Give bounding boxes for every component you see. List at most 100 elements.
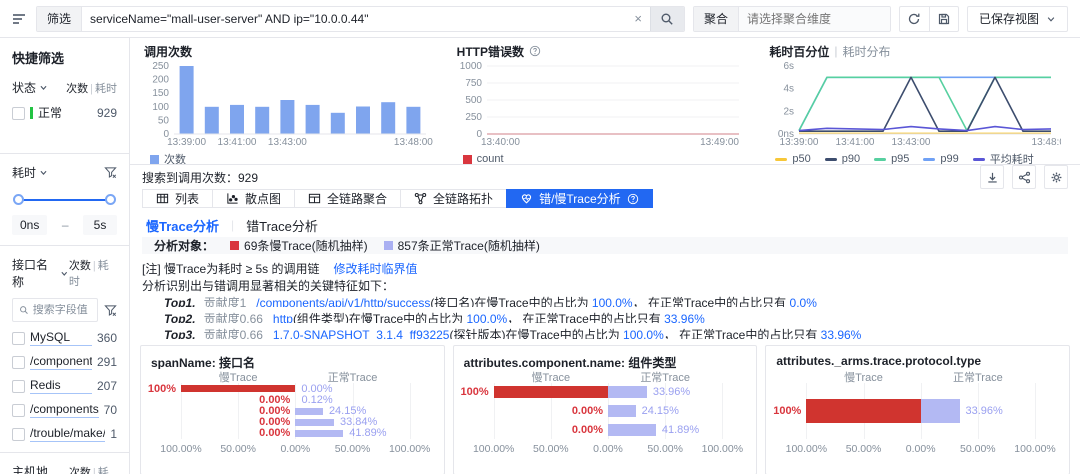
status-list: 正常 929 (12, 104, 117, 122)
tab-列表[interactable]: 列表 (142, 189, 214, 208)
host-section-toggle[interactable]: 主机地址 (12, 463, 69, 474)
checkbox[interactable] (12, 331, 25, 345)
duration-max-value[interactable]: 5s (82, 215, 117, 235)
topology-icon (414, 192, 427, 205)
list-item[interactable]: Redis 207 (12, 378, 117, 394)
checkbox[interactable] (12, 355, 25, 369)
gridline (409, 383, 411, 439)
tornado-chart-card: spanName: 接口名 慢Trace 正常Trace 100% 0.00% 0.00%… (140, 345, 445, 474)
tornado-column-headers: 慢Trace 正常Trace (494, 369, 723, 384)
tab-全链路聚合[interactable]: 全链路聚合 (294, 189, 402, 208)
divider (0, 153, 129, 154)
svg-text:13:48:00: 13:48:00 (394, 137, 433, 148)
axis-tick-label: 100.00% (388, 443, 431, 455)
count-time-header[interactable]: 次数|耗时 (69, 257, 117, 289)
svg-text:13:41:00: 13:41:00 (836, 137, 875, 148)
saved-views-button[interactable]: 已保存视图 (966, 5, 1068, 32)
status-section-toggle[interactable]: 状态 (12, 79, 48, 96)
svg-text:50: 50 (158, 115, 170, 126)
save-icon[interactable] (928, 6, 958, 31)
scatter-icon (226, 192, 239, 205)
subtab-错Trace分析[interactable]: 错Trace分析 (246, 216, 318, 235)
funnel-clear-icon[interactable] (104, 304, 117, 317)
query-input[interactable] (82, 6, 627, 31)
help-icon (529, 45, 541, 57)
count-time-header[interactable]: 次数|耗时 (66, 80, 117, 96)
top-contribution: 贡献度0.66 (203, 328, 263, 339)
item-name[interactable]: Redis (30, 378, 92, 394)
charts-row: 调用次数 0 50 100 150 200 250 13:39:00 13:41:00 13:43… (130, 38, 1080, 165)
table-icon (156, 192, 169, 205)
top-features: Top1. 贡献度1/components/api/v1/http/success… (130, 291, 1080, 339)
top-text: ， 在正常Trace中的占比只有 (507, 312, 665, 323)
tab-错/慢Trace分析[interactable]: 错/慢Trace分析 (506, 189, 653, 208)
axis-tick-label: 50.00% (960, 443, 996, 455)
normal-trace-bar (608, 405, 636, 417)
duration-section: 耗时 0ns – 5s (12, 164, 117, 235)
modify-threshold-link[interactable]: 修改耗时临界值 (334, 260, 418, 276)
slider-handle-min[interactable] (13, 194, 24, 205)
tab-全链路拓扑[interactable]: 全链路拓扑 (400, 189, 508, 208)
item-name[interactable]: MySQL (30, 330, 92, 346)
list-item[interactable]: /trouble/make/s... 1 (12, 426, 117, 442)
list-item[interactable]: MySQL 360 (12, 330, 117, 346)
settings-button[interactable] (1044, 165, 1068, 189)
checkbox[interactable] (12, 403, 25, 417)
interface-list: MySQL 360/components/a... 291 Redis 207/comp… (12, 330, 117, 442)
interface-section-toggle[interactable]: 接口名称 (12, 256, 69, 290)
clear-query-icon[interactable]: × (626, 7, 650, 31)
aggregate-dimension-input[interactable] (739, 6, 890, 31)
slow-trace-value-label: 100% (147, 382, 176, 395)
duration-slider[interactable] (13, 193, 116, 207)
svg-text:750: 750 (465, 78, 482, 89)
filter-button[interactable]: 筛选 (37, 6, 83, 31)
top-feature-row: Top3. 贡献度0.66 1.7.0-SNAPSHOT_3.1.4_ff93225… (130, 323, 1080, 339)
tab-散点图[interactable]: 散点图 (212, 189, 296, 208)
feature-link[interactable]: 1.7.0-SNAPSHOT_3.1.4_ff93225 (273, 328, 450, 339)
top-feature-row: Top2. 贡献度0.66 http(组件类型)在慢Trace中的占比为 100.0… (130, 307, 1080, 323)
axis-tick-label: 0.00% (280, 443, 311, 455)
filter-list-icon[interactable] (12, 12, 28, 26)
item-count: 360 (96, 331, 117, 345)
funnel-clear-icon[interactable] (104, 166, 117, 179)
share-button[interactable] (1012, 165, 1036, 189)
list-item[interactable]: /components/a... 291 (12, 354, 117, 370)
svg-text:200: 200 (152, 75, 169, 86)
duration-section-toggle[interactable]: 耗时 (12, 164, 48, 181)
host-label: 主机地址 (12, 465, 49, 474)
slow-trace-value-label: 0.00% (259, 427, 291, 440)
slider-handle-max[interactable] (105, 194, 116, 205)
download-button[interactable] (980, 165, 1004, 189)
checkbox[interactable] (12, 427, 25, 441)
gridline (1035, 383, 1037, 439)
normal-trace-bar (295, 429, 344, 437)
search-button[interactable] (649, 6, 684, 31)
status-color-bar (30, 107, 33, 119)
refresh-icon[interactable] (900, 7, 929, 31)
normal-trace-value-label: 41.89% (349, 427, 387, 440)
legend-swatch (462, 154, 472, 164)
top-rank: Top3. (164, 328, 196, 339)
feature-link[interactable]: /components/api/v1/http/success (256, 296, 430, 307)
item-count: 1 (110, 427, 117, 441)
svg-text:4s: 4s (784, 84, 795, 95)
item-name[interactable]: /components/a... (30, 402, 99, 418)
bar-chart-canvas: 05010015020025013:39:00 13:41:00 13:43:00 1… (152, 61, 433, 148)
line-chart-canvas: 0ns2s4s6s13:39:0013:41:0013:43:0013:48:0… (778, 61, 1070, 148)
checkbox[interactable] (12, 379, 25, 393)
interface-search-input[interactable] (32, 304, 91, 316)
list-item[interactable]: /components/a... 70 (12, 402, 117, 418)
content: 快捷筛选 状态 次数 | 耗时 正常 929 耗时 0ns – 5s 接口名称 … (0, 38, 1080, 474)
list-item[interactable]: 正常 929 (12, 104, 117, 122)
svg-text:250: 250 (152, 61, 169, 72)
subtab-慢Trace分析[interactable]: 慢Trace分析 (146, 216, 219, 235)
slow-trace-bar (493, 386, 609, 399)
item-name[interactable]: /components/a... (30, 354, 92, 370)
count-time-header[interactable]: 次数|耗时 (69, 464, 117, 474)
feature-link[interactable]: http (273, 312, 293, 323)
item-name[interactable]: /trouble/make/s... (30, 426, 106, 442)
checkbox[interactable] (12, 106, 25, 120)
duration-min-value[interactable]: 0ns (12, 215, 48, 235)
status-section: 状态 次数 | 耗时 正常 929 (12, 79, 117, 143)
duration-label: 耗时 (12, 166, 37, 180)
